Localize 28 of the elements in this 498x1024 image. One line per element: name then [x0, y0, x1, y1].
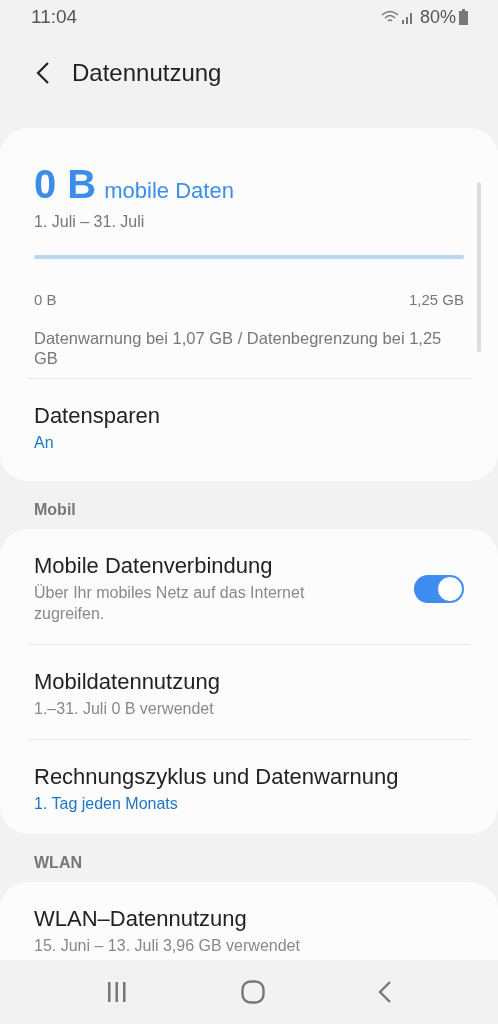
- setting-summary: An: [34, 433, 55, 453]
- setting-summary: 1.–31. Juli 0 B verwendet: [34, 699, 215, 719]
- signal-icon: [401, 10, 414, 24]
- back-icon[interactable]: [377, 981, 392, 1003]
- setting-title: WLAN–Datennutzung: [34, 906, 248, 932]
- status-time: 11:04: [31, 6, 78, 28]
- wifi-icon: [380, 10, 399, 24]
- setting-title: Datensparen: [34, 403, 161, 429]
- home-icon[interactable]: [241, 980, 265, 1004]
- bar-max-label: 1,25 GB: [408, 291, 464, 308]
- usage-period: 1. Juli – 31. Juli: [34, 213, 146, 231]
- page-title: Datennutzung: [72, 59, 222, 87]
- section-header: Mobil: [33, 500, 77, 520]
- bar-min-label: 0 B: [34, 291, 57, 308]
- setting-summary: 1. Tag jeden Monats: [34, 794, 179, 814]
- setting-title: Mobile Datenverbindung: [34, 553, 274, 579]
- toggle-switch[interactable]: [414, 574, 464, 603]
- setting-title: Mobildatennutzung: [34, 669, 221, 695]
- section-header: WLAN: [33, 853, 83, 873]
- limit-note: Datenwarnung bei 1,07 GB / Datenbegrenzung bei 1,25 GB: [34, 328, 443, 368]
- usage-unit: mobile Daten: [104, 178, 234, 204]
- battery-icon: [459, 9, 468, 25]
- battery-percent: 80%: [419, 6, 456, 28]
- setting-summary: Über Ihr mobiles Netz auf das Internet zugreifen.: [34, 583, 306, 624]
- setting-summary: 15. Juni – 13. Juli 3,96 GB verwendet: [34, 936, 301, 956]
- usage-amount: 0 B: [34, 162, 97, 207]
- recents-icon[interactable]: [106, 982, 129, 1002]
- setting-title: Rechnungszyklus und Datenwarnung: [34, 764, 400, 790]
